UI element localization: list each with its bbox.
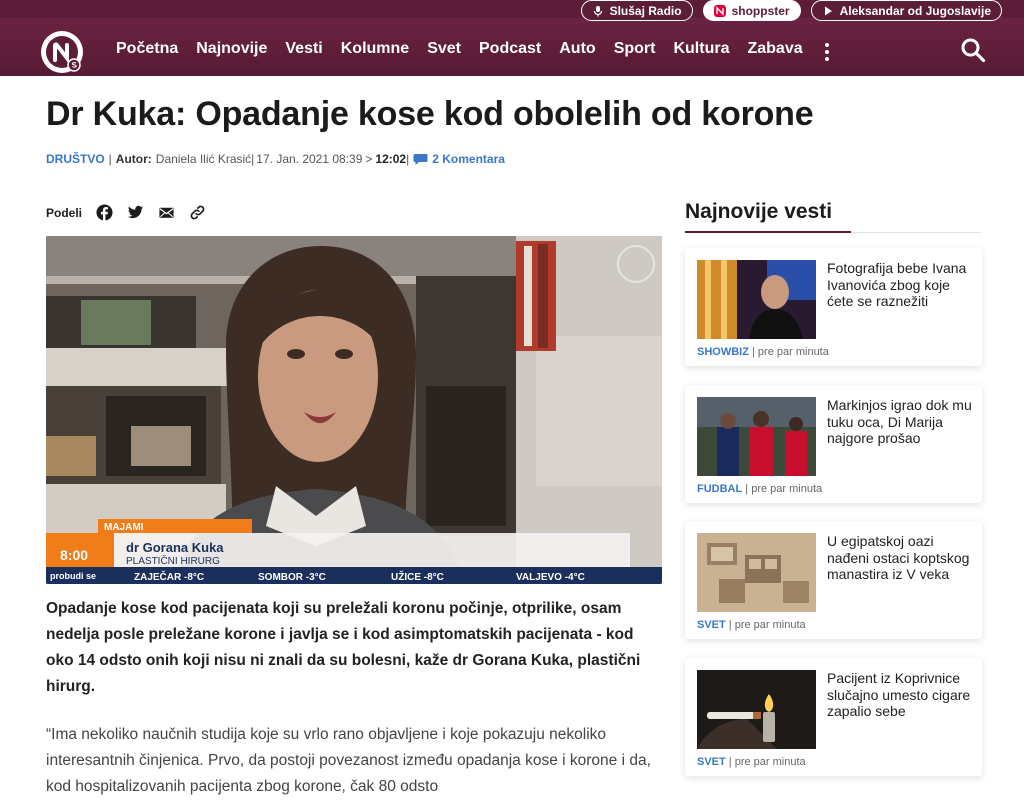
news-headline[interactable]: Markinjos igrao dok mu tuku oca, Di Mari…	[827, 397, 975, 447]
author-label: Autor:	[115, 152, 152, 166]
radio-button[interactable]: Slušaj Radio	[580, 0, 693, 21]
shop-button[interactable]: shoppster	[702, 0, 801, 21]
video-guest-name: dr Gorana Kuka	[126, 540, 224, 555]
live-label: Aleksandar od Jugoslavije	[839, 3, 991, 18]
nav-item-sport[interactable]: Sport	[614, 40, 656, 61]
share-label: Podeli	[46, 205, 83, 220]
sidebar-title: Najnovije vesti	[685, 200, 833, 223]
category-link[interactable]: DRUŠTVO	[46, 152, 105, 166]
article-body: “Ima nekoliko naučnih studija koje su vr…	[46, 726, 651, 795]
article-video[interactable]: MAJAMI 8:00 probudi se dr Gorana Kuka PL…	[46, 236, 662, 584]
weather-item: ZAJEČAR -8°C	[134, 570, 204, 583]
news-thumbnail[interactable]	[697, 670, 816, 749]
news-card[interactable]: Fotografija bebe Ivana Ivanovića zbog ko…	[685, 248, 982, 366]
comments-count: 2 Komentara	[432, 152, 505, 166]
site-logo[interactable]	[40, 30, 84, 74]
copy-link-icon[interactable]	[189, 204, 206, 221]
radio-label: Slušaj Radio	[609, 3, 682, 18]
nav-item-kolumne[interactable]: Kolumne	[341, 40, 409, 61]
update-time: 12:02	[375, 152, 407, 166]
more-menu-icon[interactable]	[824, 40, 831, 61]
news-footer: SVET | pre par minuta	[697, 756, 806, 768]
video-show: probudi se	[50, 571, 96, 581]
video-location: MAJAMI	[104, 522, 144, 533]
comment-icon	[413, 153, 428, 165]
publish-date: 17. Jan. 2021 08:39	[256, 152, 363, 166]
sidebar-divider	[685, 231, 981, 233]
meta-separator: |	[251, 152, 255, 166]
comments-link[interactable]: 2 Komentara	[413, 152, 505, 166]
news-section[interactable]: FUDBAL	[697, 483, 742, 495]
nav-item-najnovije[interactable]: Najnovije	[196, 40, 267, 61]
news-footer: FUDBAL | pre par minuta	[697, 483, 822, 495]
video-guest-role: PLASTIČNI HIRURG	[126, 554, 220, 567]
news-section[interactable]: SVET	[697, 756, 726, 768]
news-card[interactable]: Pacijent iz Koprivnice slučajno umesto c…	[685, 658, 982, 776]
news-card[interactable]: U egipatskoj oazi nađeni ostaci koptskog…	[685, 521, 982, 639]
nav-item-svet[interactable]: Svet	[427, 40, 461, 61]
news-footer: SVET | pre par minuta	[697, 619, 806, 631]
search-icon[interactable]	[960, 37, 986, 63]
weather-item: VALJEVO -4°C	[516, 572, 585, 583]
play-icon	[824, 6, 832, 15]
update-arrow: >	[365, 152, 373, 166]
nav-item-vesti[interactable]: Vesti	[285, 40, 322, 61]
news-thumbnail[interactable]	[697, 397, 816, 476]
article-meta: DRUŠTVO | Autor: Daniela Ilić Krasić | 1…	[46, 152, 505, 166]
news-time: | pre par minuta	[752, 346, 829, 358]
facebook-icon[interactable]	[96, 204, 113, 221]
share-bar: Podeli	[46, 204, 206, 221]
microphone-icon	[593, 5, 602, 16]
meta-separator: |	[406, 152, 410, 166]
news-headline[interactable]: U egipatskoj oazi nađeni ostaci koptskog…	[827, 533, 975, 583]
news-section[interactable]: SVET	[697, 619, 726, 631]
author-name: Daniela Ilić Krasić	[155, 152, 252, 166]
nav-item-kultura[interactable]: Kultura	[673, 40, 729, 61]
header-pills: Slušaj Radio shoppster Aleksandar od Jug…	[580, 0, 1002, 22]
article-title: Dr Kuka: Opadanje kose kod obolelih od k…	[46, 95, 814, 133]
news-thumbnail[interactable]	[697, 260, 816, 339]
nav-item-pocetna[interactable]: Početna	[116, 40, 178, 61]
nav-item-zabava[interactable]: Zabava	[747, 40, 802, 61]
news-headline[interactable]: Fotografija bebe Ivana Ivanovića zbog ko…	[827, 260, 975, 310]
main-nav: Početna Najnovije Vesti Kolumne Svet Pod…	[116, 40, 849, 61]
twitter-icon[interactable]	[127, 204, 144, 221]
news-thumbnail[interactable]	[697, 533, 816, 612]
shop-label: shoppster	[731, 3, 790, 18]
news-card[interactable]: Markinjos igrao dok mu tuku oca, Di Mari…	[685, 385, 982, 503]
news-time: | pre par minuta	[728, 619, 806, 631]
news-section[interactable]: SHOWBIZ	[697, 346, 749, 358]
nav-item-podcast[interactable]: Podcast	[479, 40, 541, 61]
weather-item: UŽICE -8°C	[391, 570, 444, 583]
news-time: | pre par minuta	[745, 483, 823, 495]
news-time: | pre par minuta	[728, 756, 806, 768]
news-headline[interactable]: Pacijent iz Koprivnice slučajno umesto c…	[827, 670, 975, 720]
news-footer: SHOWBIZ | pre par minuta	[697, 346, 829, 358]
email-icon[interactable]	[158, 204, 175, 221]
article-lead: Opadanje kose kod pacijenata koji su pre…	[46, 600, 641, 695]
shoppster-logo-icon	[713, 4, 726, 17]
video-frame: MAJAMI 8:00 probudi se dr Gorana Kuka PL…	[46, 236, 662, 584]
nav-item-auto[interactable]: Auto	[559, 40, 595, 61]
weather-item: SOMBOR -3°C	[258, 572, 326, 583]
video-clock: 8:00	[60, 547, 88, 563]
live-button[interactable]: Aleksandar od Jugoslavije	[810, 0, 1002, 21]
meta-separator: |	[108, 152, 112, 166]
